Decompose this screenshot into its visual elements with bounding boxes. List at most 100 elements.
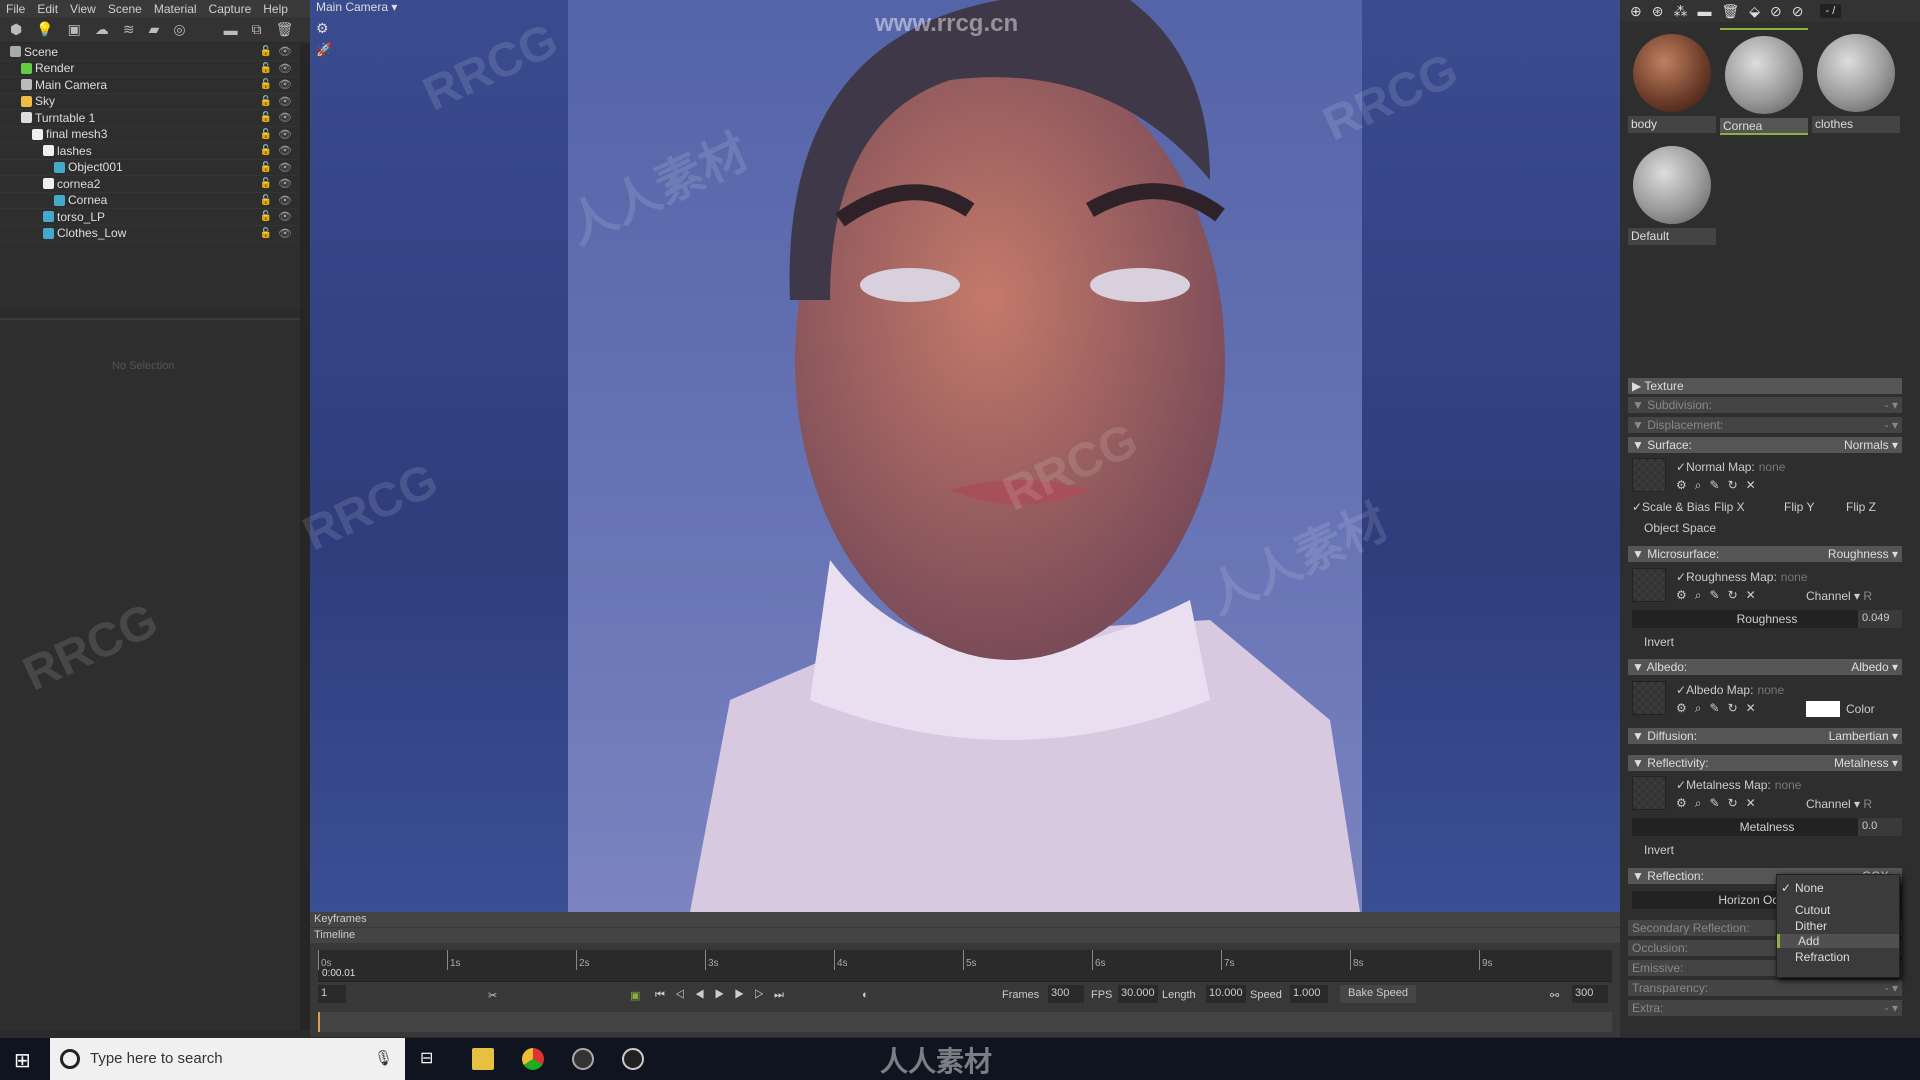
time-ruler[interactable]: 0:00.01 0s 1s 2s 3s 4s 5s 6s 7s 8s 9s xyxy=(318,950,1612,982)
section-surface[interactable]: ▼ Surface: Normals ▾ xyxy=(1628,437,1902,453)
tree-item[interactable]: Render 🔓 👁 xyxy=(0,61,300,77)
eye-icon[interactable]: 👁 xyxy=(278,161,292,174)
lock-icon[interactable]: 🔓 xyxy=(260,129,272,140)
color-swatch[interactable] xyxy=(1806,701,1840,717)
channel-selector[interactable]: Channel ▾ R xyxy=(1806,589,1872,603)
dropdown-option-refraction[interactable]: Refraction xyxy=(1795,950,1850,964)
gear-icon[interactable]: ⚙ xyxy=(1676,796,1687,810)
pencil-icon[interactable]: ✎ xyxy=(1710,478,1720,492)
eye-icon[interactable]: 👁 xyxy=(278,78,292,91)
obs-icon[interactable] xyxy=(622,1048,644,1070)
camera-selector[interactable]: Main Camera ▾ xyxy=(316,0,397,14)
menu-edit[interactable]: Edit xyxy=(37,2,58,16)
section-transparency[interactable]: Transparency: - ▾ xyxy=(1628,980,1902,996)
microphone-icon[interactable]: 🎙 xyxy=(374,1038,393,1080)
tree-item[interactable]: Clothes_Low 🔓 👁 xyxy=(0,226,300,242)
fps-field[interactable]: 30.000 xyxy=(1118,985,1158,1003)
eye-icon[interactable]: 👁 xyxy=(278,62,292,75)
add-turntable-icon[interactable]: ◎ xyxy=(173,21,185,38)
material-thumbnail[interactable]: Default xyxy=(1628,140,1716,245)
folder-icon[interactable]: ▬ xyxy=(224,22,238,38)
lock-icon[interactable]: 🔓 xyxy=(260,145,272,156)
section-extra[interactable]: Extra: - ▾ xyxy=(1628,1000,1902,1016)
menu-material[interactable]: Material xyxy=(154,2,197,16)
file-explorer-icon[interactable] xyxy=(472,1048,494,1070)
tree-item[interactable]: Sky 🔓 👁 xyxy=(0,94,300,110)
tree-item[interactable]: Turntable 1 🔓 👁 xyxy=(0,110,300,127)
refresh-icon[interactable]: ↻ xyxy=(1728,701,1738,715)
add-fog-icon[interactable]: ≋ xyxy=(123,21,135,38)
chrome-icon[interactable] xyxy=(522,1048,544,1070)
section-subdivision[interactable]: ▼ Subdivision: - ▾ xyxy=(1628,397,1902,413)
pencil-icon[interactable]: ✎ xyxy=(1710,796,1720,810)
flip-z-checkbox[interactable]: Flip Z xyxy=(1846,500,1876,514)
gear-icon[interactable]: ⚙ xyxy=(1676,588,1687,602)
roughness-value[interactable]: 0.049 xyxy=(1858,610,1902,628)
close-icon[interactable]: ✕ xyxy=(1746,478,1756,492)
task-view-icon[interactable]: ⊟ xyxy=(420,1048,433,1068)
tree-item[interactable]: torso_LP 🔓 👁 xyxy=(0,209,300,226)
eye-icon[interactable]: 👁 xyxy=(278,144,292,157)
section-mode-dropdown[interactable]: Metalness ▾ xyxy=(1834,755,1898,771)
marmoset-icon[interactable] xyxy=(572,1048,594,1070)
bake-speed-button[interactable]: Bake Speed xyxy=(1340,985,1416,1003)
eye-icon[interactable]: 👁 xyxy=(278,95,292,108)
frames-field[interactable]: 300 xyxy=(1048,985,1084,1003)
refresh-icon[interactable]: ↻ xyxy=(1728,796,1738,810)
add-camera-icon[interactable]: ▣ xyxy=(68,21,81,38)
loop-icon[interactable]: ▣ xyxy=(630,989,640,1002)
end-frame-field[interactable]: 300 xyxy=(1572,985,1608,1003)
close-icon[interactable]: ✕ xyxy=(1746,588,1756,602)
eye-icon[interactable]: 👁 xyxy=(278,227,292,240)
dropdown-option-add[interactable]: Add xyxy=(1777,934,1899,948)
section-albedo[interactable]: ▼ Albedo: Albedo ▾ xyxy=(1628,659,1902,675)
map-label[interactable]: ✓Normal Map: none xyxy=(1676,460,1785,474)
roughness-slider[interactable]: Roughness 0.049 xyxy=(1632,610,1902,628)
map-label[interactable]: ✓Roughness Map: none xyxy=(1676,570,1808,584)
folder-icon[interactable]: ▬ xyxy=(1697,3,1711,19)
tree-item[interactable]: cornea2 🔓 👁 xyxy=(0,176,300,193)
flip-y-checkbox[interactable]: Flip Y xyxy=(1784,500,1814,514)
pencil-icon[interactable]: ✎ xyxy=(1710,588,1720,602)
section-reflectivity[interactable]: ▼ Reflectivity: Metalness ▾ xyxy=(1628,755,1902,771)
material-thumbnail[interactable]: body xyxy=(1628,28,1716,133)
lock-icon[interactable]: 🔓 xyxy=(260,162,272,173)
metalness-slider[interactable]: Metalness 0.0 xyxy=(1632,818,1902,836)
section-mode-dropdown[interactable]: Albedo ▾ xyxy=(1851,659,1898,675)
keyframes-header[interactable]: Keyframes xyxy=(310,912,1620,927)
texture-slot[interactable] xyxy=(1632,458,1666,492)
section-mode-dropdown[interactable]: Normals ▾ xyxy=(1844,437,1898,453)
menu-view[interactable]: View xyxy=(70,2,96,16)
length-field[interactable]: 10.000 xyxy=(1206,985,1246,1003)
eye-icon[interactable]: 👁 xyxy=(278,128,292,141)
lock-icon[interactable]: 🔓 xyxy=(260,211,272,222)
map-label[interactable]: ✓Metalness Map: none xyxy=(1676,778,1801,792)
search-icon[interactable]: ⌕ xyxy=(1695,796,1702,810)
invert-checkbox[interactable]: Invert xyxy=(1644,843,1674,857)
keyframe-track[interactable] xyxy=(318,1012,1612,1032)
tree-item[interactable]: Main Camera 🔓 👁 xyxy=(0,77,300,94)
section-mode-dropdown[interactable]: - ▾ xyxy=(1885,1000,1898,1016)
export-icon[interactable]: ⊘ xyxy=(1792,3,1804,20)
add-sky-icon[interactable]: ☁ xyxy=(95,21,109,38)
menu-file[interactable]: File xyxy=(6,2,25,16)
trash-icon[interactable]: 🗑 xyxy=(276,21,294,38)
scrollbar[interactable] xyxy=(300,44,310,1030)
lock-icon[interactable]: 🔓 xyxy=(260,79,272,90)
dropdown-option-cutout[interactable]: Cutout xyxy=(1795,903,1830,917)
section-mode-dropdown[interactable]: - ▾ xyxy=(1885,397,1898,413)
section-diffusion[interactable]: ▼ Diffusion: Lambertian ▾ xyxy=(1628,728,1902,744)
eye-icon[interactable]: 👁 xyxy=(278,210,292,223)
import-icon[interactable]: ⊘ xyxy=(1770,3,1782,20)
windows-start-icon[interactable]: ⊞ xyxy=(14,1048,31,1073)
dropdown-option-dither[interactable]: Dither xyxy=(1795,919,1827,933)
flip-x-checkbox[interactable]: Flip X xyxy=(1714,500,1745,514)
search-icon[interactable]: ⌕ xyxy=(1695,701,1702,715)
section-mode-dropdown[interactable]: Lambertian ▾ xyxy=(1829,728,1898,744)
add-mesh-icon[interactable]: ⬢ xyxy=(10,21,22,38)
map-label[interactable]: ✓Albedo Map: none xyxy=(1676,683,1784,697)
texture-slot[interactable] xyxy=(1632,568,1666,602)
taskbar-search[interactable]: Type here to search 🎙 xyxy=(50,1038,405,1080)
rocket-icon[interactable]: 🚀 xyxy=(316,42,332,58)
search-icon[interactable]: ⌕ xyxy=(1695,478,1702,492)
